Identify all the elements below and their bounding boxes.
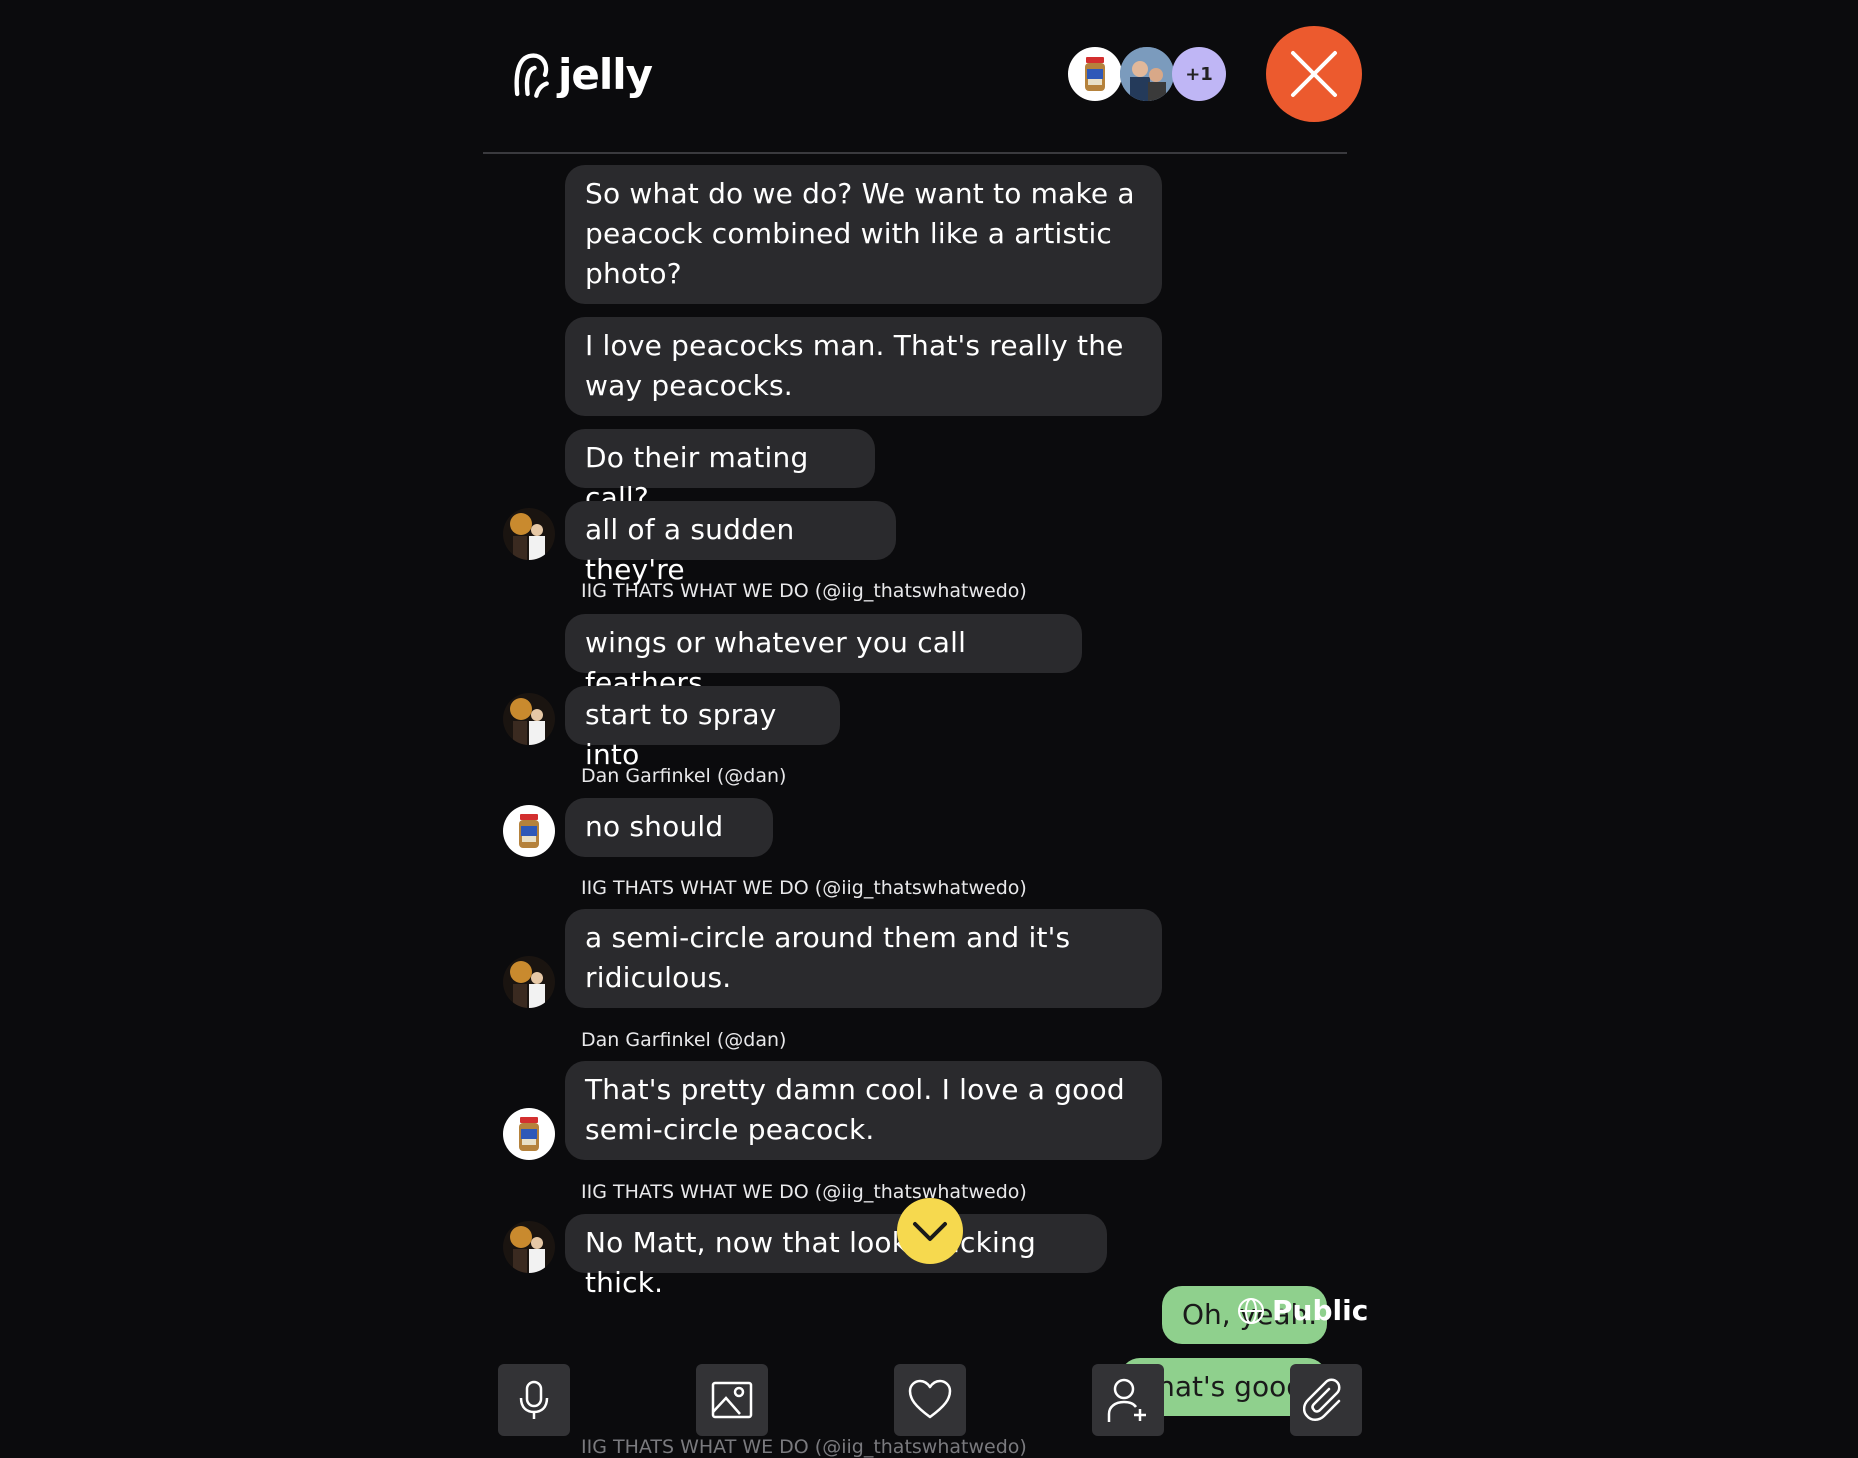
jar-icon (519, 814, 539, 848)
user-avatar (503, 693, 555, 745)
user-avatar (503, 508, 555, 560)
message-bubble: No Matt, now that looks fucking thick. (565, 1214, 1107, 1299)
heart-icon (908, 1379, 952, 1419)
image-button[interactable] (696, 1364, 768, 1436)
message-bubble: all of a sudden they're (565, 501, 896, 586)
jar-icon (1085, 57, 1105, 91)
sender-name: IIG THATS WHAT WE DO (@iig_thatswhatwedo… (581, 1436, 1027, 1458)
sender-name: Dan Garfinkel (@dan) (581, 1029, 787, 1051)
user-photo-icon (503, 1221, 555, 1273)
microphone-icon (519, 1380, 549, 1419)
jelly-logo-icon (514, 53, 549, 98)
message-bubble: Do their mating call? (565, 429, 875, 514)
message-bubble: start to spray into (565, 686, 840, 771)
user-avatar (503, 956, 555, 1008)
message-bubble: So what do we do? We want to make a peac… (565, 165, 1162, 304)
user-avatar (503, 805, 555, 857)
sender-name: Dan Garfinkel (@dan) (581, 765, 787, 787)
participant-avatar (1120, 47, 1174, 101)
people-photo-icon (1120, 47, 1174, 101)
image-icon (711, 1381, 753, 1419)
add-user-button[interactable] (1092, 1364, 1164, 1436)
message-bubble: no should (565, 798, 773, 857)
participant-avatar (1068, 47, 1122, 101)
sender-name: IIG THATS WHAT WE DO (@iig_thatswhatwedo… (581, 877, 1027, 899)
message-bubble: a semi-circle around them and it's ridic… (565, 909, 1162, 1008)
header-divider (483, 152, 1347, 154)
message-bubble: I love peacocks man. That's really the w… (565, 317, 1162, 416)
user-photo-icon (503, 693, 555, 745)
user-photo-icon (503, 956, 555, 1008)
message-bubble: wings or whatever you call feathers. (565, 614, 1082, 699)
microphone-button[interactable] (498, 1364, 570, 1436)
chevron-down-icon (913, 1222, 947, 1241)
user-avatar (503, 1108, 555, 1160)
attach-button[interactable] (1290, 1364, 1362, 1436)
close-button[interactable] (1266, 26, 1362, 122)
logo-text: jelly (557, 49, 653, 99)
scroll-to-bottom-button[interactable] (897, 1198, 963, 1264)
message-bubble: That's pretty damn cool. I love a good s… (565, 1061, 1162, 1160)
add-user-icon (1107, 1378, 1146, 1422)
close-icon (1291, 51, 1337, 97)
globe-icon (1238, 1297, 1264, 1324)
more-participants-badge: +1 (1172, 47, 1226, 101)
jelly-logo: jelly (512, 44, 653, 104)
like-button[interactable] (894, 1364, 966, 1436)
sender-name: IIG THATS WHAT WE DO (@iig_thatswhatwedo… (581, 580, 1027, 602)
participants-group[interactable]: +1 (1068, 47, 1230, 101)
visibility-label: Public (1272, 1294, 1369, 1327)
paperclip-icon (1303, 1378, 1341, 1421)
jar-icon (519, 1117, 539, 1151)
visibility-toggle[interactable]: Public (1236, 1294, 1368, 1327)
user-avatar (503, 1221, 555, 1273)
user-photo-icon (503, 508, 555, 560)
